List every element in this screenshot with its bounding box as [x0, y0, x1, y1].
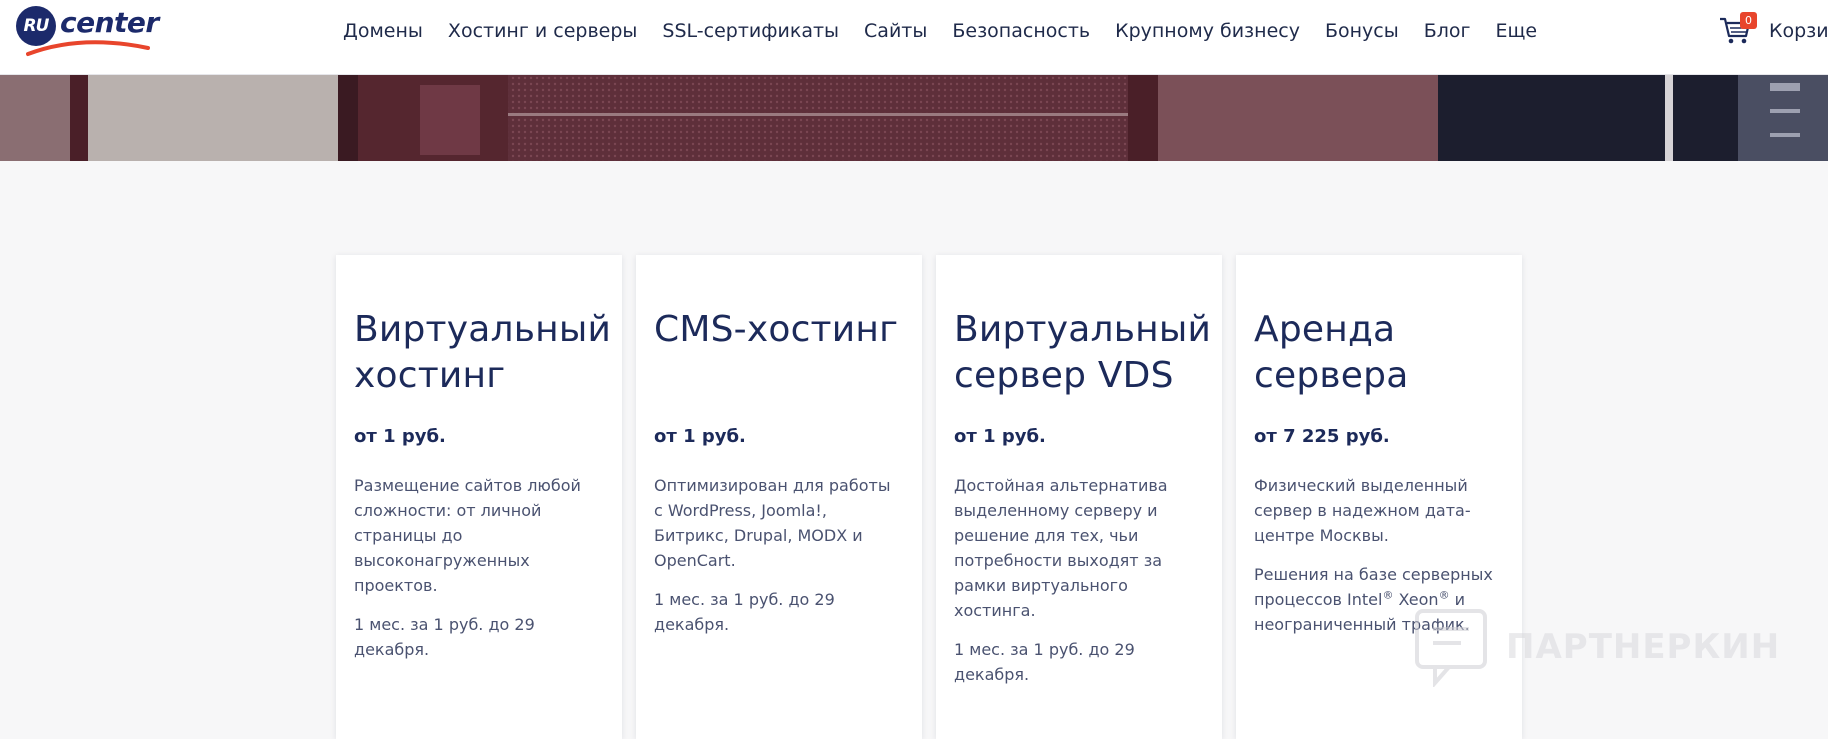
- nav-item-blog[interactable]: Блог: [1424, 18, 1471, 44]
- card-title: Виртуальный хостинг: [354, 309, 612, 396]
- registered-mark: ®: [1438, 588, 1450, 602]
- nav-item-more[interactable]: Еще: [1496, 18, 1538, 44]
- registered-mark: ®: [1382, 588, 1394, 602]
- card-price: от 1 руб.: [654, 426, 746, 447]
- card-description: Оптимизирован для работы с WordPress, Jo…: [654, 476, 891, 570]
- card-title: Виртуальный сервер VDS: [954, 309, 1212, 396]
- hero-banner-image: [0, 75, 1828, 161]
- site-header: RU center Домены Хостинг и серверы SSL-с…: [0, 0, 1828, 75]
- partnerkin-logo-icon: [1415, 609, 1487, 687]
- card-virtual-hosting[interactable]: Виртуальный хостинг от 1 руб. Размещение…: [336, 255, 622, 739]
- main-nav: Домены Хостинг и серверы SSL-сертификаты…: [343, 18, 1537, 44]
- cart-button[interactable]: 0: [1718, 12, 1758, 50]
- card-promo-note: 1 мес. за 1 руб. до 29 декабря.: [954, 640, 1135, 684]
- card-description: Размещение сайтов любой сложности: от ли…: [354, 476, 581, 595]
- cart-count-badge: 0: [1740, 12, 1757, 29]
- partnerkin-watermark: ПАРТНЕРКИН: [1413, 607, 1783, 687]
- watermark-text: ПАРТНЕРКИН: [1506, 627, 1781, 667]
- card-cms-hosting[interactable]: CMS-хостинг от 1 руб. Оптимизирован для …: [636, 255, 922, 739]
- nav-item-ssl[interactable]: SSL-сертификаты: [662, 18, 839, 44]
- nav-item-hosting[interactable]: Хостинг и серверы: [448, 18, 637, 44]
- nav-item-bonuses[interactable]: Бонусы: [1325, 18, 1399, 44]
- card-title: Аренда сервера: [1254, 309, 1409, 396]
- card-description: Достойная альтернатива выделенному серве…: [954, 476, 1168, 620]
- logo-swoosh-icon: [26, 40, 150, 56]
- nav-item-security[interactable]: Безопасность: [952, 18, 1090, 44]
- card-promo-note: 1 мес. за 1 руб. до 29 декабря.: [654, 590, 835, 634]
- card-description: Физический выделенный сервер в надежном …: [1254, 476, 1471, 545]
- card-vds-server[interactable]: Виртуальный сервер VDS от 1 руб. Достойн…: [936, 255, 1222, 739]
- card-title: CMS-хостинг: [654, 309, 899, 350]
- card-price: от 7 225 руб.: [1254, 426, 1390, 447]
- card-price: от 1 руб.: [354, 426, 446, 447]
- card-promo-note: 1 мес. за 1 руб. до 29 декабря.: [354, 615, 535, 659]
- ru-center-logo[interactable]: RU center: [16, 4, 159, 56]
- server-room-photo: [0, 75, 1828, 161]
- nav-item-sites[interactable]: Сайты: [864, 18, 927, 44]
- cart-label[interactable]: Корзин: [1769, 18, 1828, 44]
- product-cards: Виртуальный хостинг от 1 руб. Размещение…: [336, 255, 1524, 739]
- nav-item-enterprise[interactable]: Крупному бизнесу: [1115, 18, 1300, 44]
- nav-item-domains[interactable]: Домены: [343, 18, 423, 44]
- card-price: от 1 руб.: [954, 426, 1046, 447]
